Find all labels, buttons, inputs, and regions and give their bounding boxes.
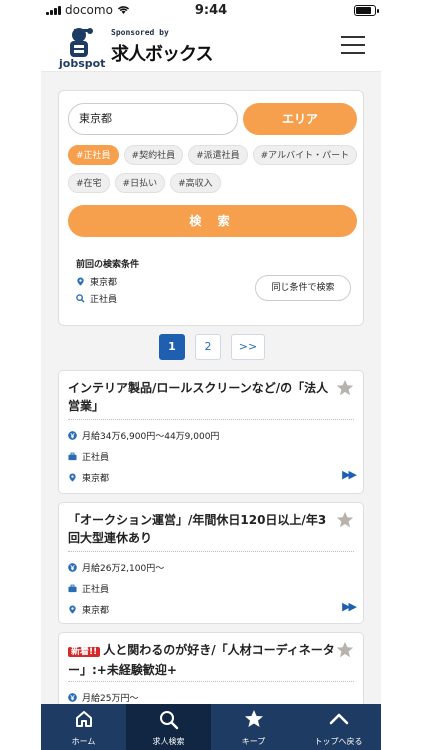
tag-list: #正社員 #契約社員 #派遣社員 #アルバイト・パート #在宅 #日払い #高収… xyxy=(68,145,360,201)
next-page-button[interactable]: >> xyxy=(231,334,265,360)
page-2-button[interactable]: 2 xyxy=(195,334,221,360)
location-input[interactable]: 東京都 xyxy=(68,103,238,135)
yen-icon xyxy=(68,431,77,440)
job-card[interactable]: インテリア製品/ロールスクリーンなど/の「法人営業」 月給34万6,900円〜4… xyxy=(58,370,364,494)
yen-icon xyxy=(68,563,77,572)
app-frame: jobspot Sponsored by 求人ボックス 東京都 エリア #正社員… xyxy=(41,0,381,750)
search-icon xyxy=(159,711,178,730)
job-card[interactable]: 「オークション運営」/年間休日120日以上/年3回大型連休あり 月給26万2,1… xyxy=(58,502,364,624)
tag-arubaito[interactable]: #アルバイト・パート xyxy=(252,145,358,165)
page-1-button[interactable]: 1 xyxy=(159,334,185,360)
search-button[interactable]: 検 索 xyxy=(68,205,357,237)
chevron-up-icon xyxy=(329,713,348,725)
logo-text: jobspot xyxy=(59,57,106,70)
status-bar: docomo 9:44 xyxy=(0,0,422,20)
nav-home-label: ホーム xyxy=(71,737,96,746)
location-pin-icon xyxy=(69,473,76,482)
home-icon xyxy=(75,711,92,727)
mascot-icon xyxy=(70,28,93,57)
detail-arrow-icon[interactable]: ▶▶ xyxy=(342,600,357,613)
job-title[interactable]: 新着!! 人と関わるのが好き/「人材コーディネーター」:+未経験歓迎+ xyxy=(68,641,338,679)
new-badge: 新着!! xyxy=(68,647,101,657)
nav-back-to-top-label: トップへ戻る xyxy=(314,737,363,746)
job-employment: 正社員 xyxy=(68,450,109,463)
job-employment-text: 正社員 xyxy=(82,585,110,595)
job-salary: 月給34万6,900円〜44万9,000円 xyxy=(68,429,219,442)
briefcase-icon xyxy=(68,452,77,461)
area-button[interactable]: エリア xyxy=(243,103,357,135)
jobspot-logo[interactable]: jobspot xyxy=(55,26,106,70)
tag-zaitaku[interactable]: #在宅 xyxy=(68,173,110,193)
job-salary-text: 月給26万2,100円〜 xyxy=(82,564,165,574)
battery-icon xyxy=(354,5,379,16)
job-title[interactable]: インテリア製品/ロールスクリーンなど/の「法人営業」 xyxy=(68,379,338,415)
previous-location-text: 東京都 xyxy=(90,278,118,288)
bottom-nav: ホーム 求人検索 キープ トップへ戻る xyxy=(41,704,381,750)
job-salary: 月給25万円〜 xyxy=(68,691,138,704)
job-title[interactable]: 「オークション運営」/年間休日120日以上/年3回大型連休あり xyxy=(68,511,338,547)
job-salary-text: 月給25万円〜 xyxy=(82,694,139,704)
previous-search-label: 前回の検索条件 xyxy=(76,260,140,270)
same-condition-search-button[interactable]: 同じ条件で検索 xyxy=(255,275,351,301)
keep-star-icon[interactable] xyxy=(336,379,354,397)
tag-keiyaku[interactable]: #契約社員 xyxy=(123,145,184,165)
nav-job-search-label: 求人検索 xyxy=(152,737,185,746)
site-header: jobspot Sponsored by 求人ボックス xyxy=(41,20,381,72)
briefcase-icon xyxy=(68,584,77,593)
previous-keyword-text: 正社員 xyxy=(90,295,118,305)
job-location: 東京都 xyxy=(68,603,109,616)
nav-keep-label: キープ xyxy=(241,737,266,746)
tag-haken[interactable]: #派遣社員 xyxy=(188,145,248,165)
nav-back-to-top[interactable]: トップへ戻る xyxy=(296,704,381,750)
location-pin-icon xyxy=(69,605,76,614)
job-location: 東京都 xyxy=(68,471,109,484)
job-location-text: 東京都 xyxy=(82,606,110,616)
tag-seishain[interactable]: #正社員 xyxy=(68,145,119,165)
tag-hibarai[interactable]: #日払い xyxy=(114,173,166,193)
detail-arrow-icon[interactable]: ▶▶ xyxy=(342,468,357,481)
job-location-text: 東京都 xyxy=(82,474,110,484)
job-employment-text: 正社員 xyxy=(82,453,110,463)
star-icon xyxy=(244,710,263,727)
magnifier-icon xyxy=(76,294,85,303)
yen-icon xyxy=(68,693,77,702)
job-salary: 月給26万2,100円〜 xyxy=(68,561,164,574)
keep-star-icon[interactable] xyxy=(336,641,354,659)
pagination: 1 2 >> xyxy=(41,334,381,360)
nav-job-search[interactable]: 求人検索 xyxy=(126,704,211,750)
keep-star-icon[interactable] xyxy=(336,511,354,529)
nav-keep[interactable]: キープ xyxy=(211,704,296,750)
search-panel: 東京都 エリア #正社員 #契約社員 #派遣社員 #アルバイト・パート #在宅 … xyxy=(58,90,364,326)
previous-location: 東京都 xyxy=(76,275,117,288)
job-title-text: 人と関わるのが好き/「人材コーディネーター」:+未経験歓迎+ xyxy=(68,643,335,677)
previous-keyword: 正社員 xyxy=(76,292,117,305)
hamburger-icon[interactable] xyxy=(341,36,365,54)
tag-koshunyu[interactable]: #高収入 xyxy=(170,173,221,193)
job-employment: 正社員 xyxy=(68,582,109,595)
sponsor-label: Sponsored by xyxy=(111,28,169,37)
nav-home[interactable]: ホーム xyxy=(41,704,126,750)
brand-logo[interactable]: 求人ボックス xyxy=(111,40,213,66)
location-pin-icon xyxy=(77,277,84,286)
job-salary-text: 月給34万6,900円〜44万9,000円 xyxy=(82,432,220,442)
